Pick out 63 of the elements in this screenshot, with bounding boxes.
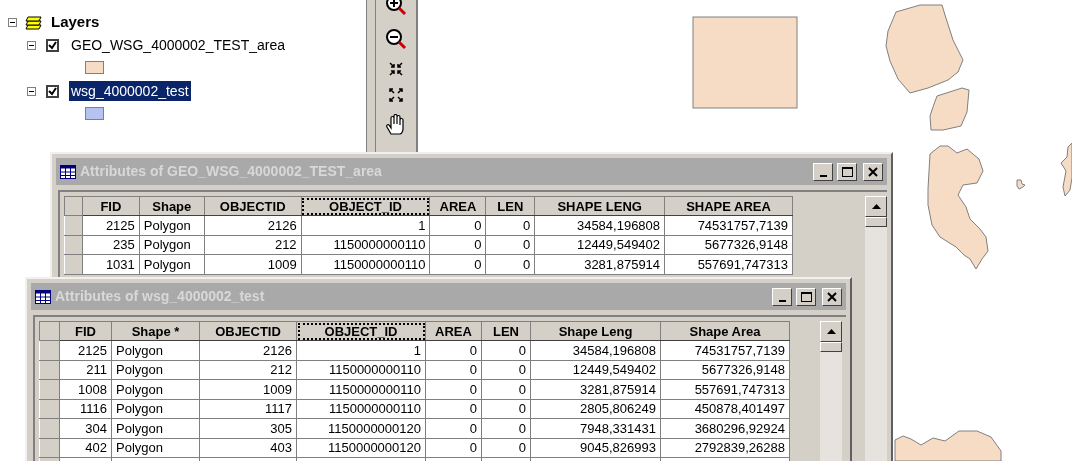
fixed-zoom-in-icon[interactable]	[389, 62, 403, 76]
minimize-button[interactable]	[813, 162, 833, 181]
splitter-bar[interactable]	[366, 0, 376, 152]
row-selector[interactable]	[39, 399, 60, 419]
scroll-thumb[interactable]	[820, 342, 842, 352]
collapse-icon[interactable]	[8, 17, 17, 27]
vertical-scrollbar[interactable]	[865, 196, 887, 461]
column-header[interactable]: SHAPE AREA	[664, 196, 793, 216]
checkbox[interactable]	[46, 84, 59, 98]
up-arrow-icon	[871, 204, 881, 209]
column-header[interactable]: OBJECTID	[204, 196, 302, 216]
layer-name[interactable]: GEO_WSG_4000002_TEST_area	[69, 35, 287, 55]
close-button[interactable]	[863, 162, 883, 181]
column-header[interactable]: Shape *	[111, 321, 200, 341]
row-selector[interactable]	[39, 438, 60, 458]
corner-header	[39, 321, 60, 341]
row-selector[interactable]	[39, 360, 60, 380]
column-header[interactable]: OBJECTID	[199, 321, 297, 341]
column-header[interactable]: LEN	[485, 196, 535, 216]
row-selector[interactable]	[64, 254, 83, 274]
column-header[interactable]: AREA	[425, 321, 482, 341]
symbol-swatch[interactable]	[85, 106, 104, 120]
table-icon	[60, 164, 76, 179]
column-header[interactable]: Shape Leng	[530, 321, 661, 341]
scroll-up-button[interactable]	[865, 196, 887, 217]
layer-name[interactable]: wsg_4000002_test	[69, 81, 191, 101]
close-icon	[827, 291, 837, 302]
column-header[interactable]: FID	[59, 321, 112, 341]
row-selector[interactable]	[64, 235, 83, 255]
row-selector[interactable]	[39, 379, 60, 399]
minimize-button[interactable]	[772, 287, 792, 306]
maximize-button[interactable]	[837, 162, 857, 181]
zoom-out-icon[interactable]	[385, 28, 407, 50]
collapse-icon[interactable]	[27, 86, 36, 96]
column-header[interactable]: Shape Area	[660, 321, 790, 341]
map-polygon	[1016, 179, 1026, 190]
layers-title: Layers	[51, 11, 100, 32]
column-header[interactable]: AREA	[429, 196, 486, 216]
up-arrow-icon	[826, 329, 836, 334]
fixed-zoom-out-icon[interactable]	[389, 88, 403, 102]
column-header[interactable]: LEN	[481, 321, 531, 341]
row-selector[interactable]	[39, 340, 60, 360]
close-button[interactable]	[822, 287, 842, 306]
close-icon	[868, 166, 878, 177]
corner-header	[64, 196, 83, 216]
checkbox[interactable]	[46, 38, 59, 52]
column-header[interactable]: OBJECT_ID	[296, 321, 426, 341]
layers-icon	[25, 14, 43, 30]
scroll-up-button[interactable]	[820, 321, 842, 342]
column-header[interactable]: Shape	[139, 196, 205, 216]
collapse-icon[interactable]	[27, 40, 36, 50]
map-polygon	[1060, 142, 1072, 197]
row-selector[interactable]	[39, 418, 60, 438]
scroll-thumb[interactable]	[865, 217, 887, 227]
column-header[interactable]: OBJECT_ID	[301, 196, 430, 216]
zoom-in-icon[interactable]	[385, 0, 407, 16]
column-header[interactable]: SHAPE LENG	[534, 196, 665, 216]
row-selector[interactable]	[64, 215, 83, 235]
pan-hand-icon[interactable]	[386, 114, 406, 136]
column-header[interactable]: FID	[82, 196, 140, 216]
table-icon	[35, 289, 51, 304]
symbol-swatch[interactable]	[85, 60, 104, 74]
maximize-button[interactable]	[796, 287, 816, 306]
